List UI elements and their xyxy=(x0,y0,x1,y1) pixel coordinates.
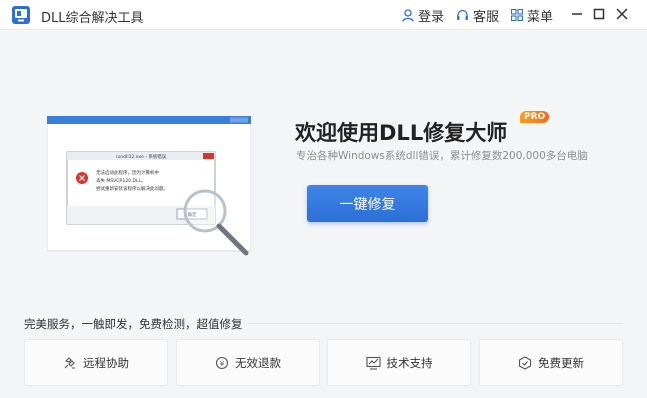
title-bar: DLL综合解决工具 登录 客服 菜单 xyxy=(0,0,647,30)
one-click-repair-button[interactable]: 一键修复 xyxy=(307,185,428,222)
svg-text:¥: ¥ xyxy=(220,360,225,368)
refund-icon: ¥ xyxy=(215,356,229,369)
service-free-update-label: 免费更新 xyxy=(538,355,584,370)
dialog-title: rundll32.exe - 系统错误 xyxy=(116,153,167,160)
hero-subtitle: 专治各种Windows系统dll错误，累计修复数200,000多台电脑 xyxy=(296,150,588,162)
login-label: 登录 xyxy=(418,9,445,25)
menu-label: 菜单 xyxy=(527,9,554,25)
close-icon[interactable] xyxy=(614,6,630,22)
tech-support-icon xyxy=(365,356,381,370)
maximize-icon[interactable] xyxy=(591,6,607,22)
dialog-line-1: 无法启动此程序，因为计算机中 xyxy=(96,169,159,176)
headset-icon xyxy=(457,9,468,20)
remote-assist-icon xyxy=(64,356,75,369)
services-label: 完美服务，一触即发，免费检测，超值修复 xyxy=(24,317,243,331)
minimize-icon[interactable] xyxy=(569,6,585,22)
login-button[interactable]: 登录 xyxy=(402,6,445,25)
app-title: DLL综合解决工具 xyxy=(41,11,144,26)
dialog-line-2: 丢失 MSVCR120.DLL。 xyxy=(96,177,146,184)
customer-service-label: 客服 xyxy=(473,9,500,25)
service-remote-assist-label: 远程协助 xyxy=(83,355,129,370)
service-free-update[interactable]: 免费更新 xyxy=(479,339,623,386)
service-refund[interactable]: ¥ 无效退款 xyxy=(176,339,320,386)
app-logo-icon xyxy=(12,6,30,24)
error-dialog-illustration: rundll32.exe - 系统错误 无法启动此程序，因为计算机中 丢失 MS… xyxy=(47,116,251,256)
dialog-line-3: 尝试重新安装该程序以解决此问题。 xyxy=(96,185,168,192)
grid-icon xyxy=(511,9,523,21)
update-icon xyxy=(518,355,532,370)
service-tech-support[interactable]: 技术支持 xyxy=(327,339,471,386)
service-tech-support-label: 技术支持 xyxy=(386,355,433,370)
service-remote-assist[interactable]: 远程协助 xyxy=(24,339,168,386)
services-divider xyxy=(248,323,623,324)
user-icon xyxy=(402,8,414,22)
pro-badge: PRO xyxy=(520,111,550,123)
menu-button[interactable]: 菜单 xyxy=(511,6,554,25)
service-refund-label: 无效退款 xyxy=(235,355,281,370)
customer-service-button[interactable]: 客服 xyxy=(456,6,500,25)
hero-headline: 欢迎使用DLL修复大师 xyxy=(295,121,508,145)
